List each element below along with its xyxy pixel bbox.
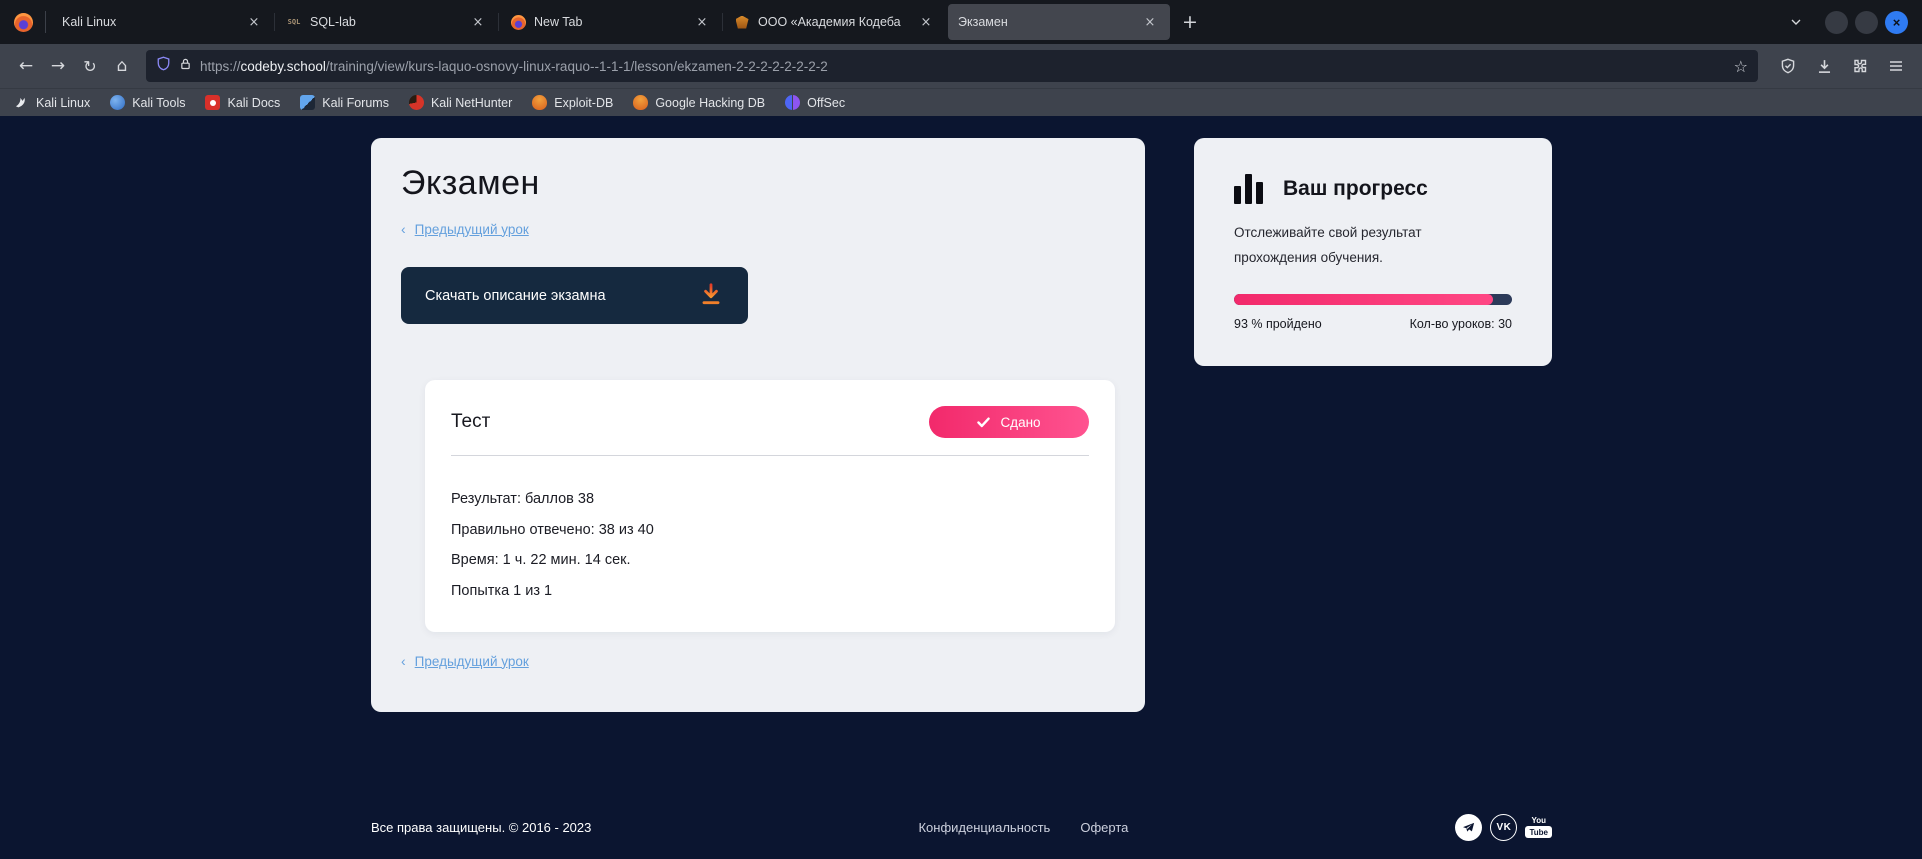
bookmark-google-hacking-db[interactable]: Google Hacking DB [633, 95, 765, 110]
bar-chart-icon [1234, 174, 1263, 204]
bookmark-star-icon[interactable]: ☆ [1734, 57, 1748, 76]
firefox-favicon [510, 14, 526, 30]
offer-link[interactable]: Оферта [1080, 820, 1128, 835]
bookmark-kali-linux[interactable]: Kali Linux [14, 95, 90, 110]
bookmark-kali-tools[interactable]: Kali Tools [110, 95, 185, 110]
status-badge-passed: Сдано [929, 406, 1089, 438]
offsec-icon [785, 95, 800, 110]
exam-card: Экзамен ‹ Предыдущий урок Скачать описан… [371, 138, 1145, 712]
previous-lesson-link-top[interactable]: ‹ Предыдущий урок [401, 221, 529, 237]
lessons-count-label: Кол-во уроков: 30 [1410, 317, 1512, 331]
tab-close-icon[interactable]: × [468, 12, 488, 32]
youtube-icon[interactable]: You Tube [1525, 814, 1552, 841]
download-exam-description-button[interactable]: Скачать описание экзамна [401, 267, 748, 324]
back-button[interactable]: ← [10, 50, 42, 82]
privacy-link[interactable]: Конфиденциальность [918, 820, 1050, 835]
progress-percent-label: 93 % пройдено [1234, 317, 1322, 331]
new-tab-button[interactable]: + [1175, 7, 1205, 37]
download-icon [698, 281, 724, 311]
firefox-view-button[interactable] [6, 5, 40, 39]
kali-tools-icon [110, 95, 125, 110]
result-score-line: Результат: баллов 38 [451, 492, 1089, 507]
progress-bar-fill [1234, 294, 1493, 305]
tab-close-icon[interactable]: × [692, 12, 712, 32]
window-controls: × [1825, 11, 1908, 34]
progress-bar-track [1234, 294, 1512, 305]
page-footer: Все права защищены. © 2016 - 2023 Конфид… [371, 814, 1552, 841]
kali-nethunter-icon [409, 95, 424, 110]
test-title: Тест [451, 411, 490, 433]
tab-new-tab[interactable]: New Tab × [500, 4, 722, 40]
kali-dragon-icon [14, 95, 29, 110]
kali-docs-icon [205, 95, 220, 110]
telegram-icon[interactable] [1455, 814, 1482, 841]
progress-description: Отслеживайте свой результат прохождения … [1234, 220, 1464, 270]
copyright-text: Все права защищены. © 2016 - 2023 [371, 820, 591, 835]
tab-ekzamen-active[interactable]: Экзамен × [948, 4, 1170, 40]
window-close-button[interactable]: × [1885, 11, 1908, 34]
tab-title: New Tab [534, 15, 684, 29]
tab-separator [45, 11, 46, 33]
lock-icon[interactable] [179, 57, 192, 76]
bookmark-exploit-db[interactable]: Exploit-DB [532, 95, 613, 110]
tab-sql-lab[interactable]: SQL SQL-lab × [276, 4, 498, 40]
tab-close-icon[interactable]: × [244, 12, 264, 32]
codeby-favicon [734, 14, 750, 30]
firefox-logo-icon [14, 13, 33, 32]
home-button[interactable]: ⌂ [106, 50, 138, 82]
check-icon [977, 417, 990, 428]
extensions-puzzle-icon[interactable] [1844, 50, 1876, 82]
tab-title: Экзамен [958, 15, 1132, 29]
navigation-toolbar: ← → ↻ ⌂ https://codeby.school/training/v… [0, 44, 1922, 88]
tab-title: ООО «Академия Кодеба [758, 15, 908, 29]
bookmarks-bar: Kali Linux Kali Tools Kali Docs Kali For… [0, 88, 1922, 116]
toolbar-right-icons [1772, 50, 1912, 82]
protections-shield-icon[interactable] [1772, 50, 1804, 82]
google-hacking-db-bug-icon [633, 95, 648, 110]
hamburger-menu-icon[interactable] [1880, 50, 1912, 82]
previous-lesson-link-bottom[interactable]: ‹ Предыдущий урок [401, 653, 529, 669]
progress-card: Ваш прогресс Отслеживайте свой результат… [1194, 138, 1552, 366]
sql-favicon: SQL [286, 14, 302, 30]
bookmark-kali-docs[interactable]: Kali Docs [205, 95, 280, 110]
tab-close-icon[interactable]: × [916, 12, 936, 32]
tab-title: SQL-lab [310, 15, 460, 29]
tab-close-icon[interactable]: × [1140, 12, 1160, 32]
url-bar[interactable]: https://codeby.school/training/view/kurs… [146, 50, 1758, 82]
url-text[interactable]: https://codeby.school/training/view/kurs… [200, 59, 1726, 74]
chevron-left-icon: ‹ [401, 221, 406, 237]
correct-answers-line: Правильно отвечено: 38 из 40 [451, 523, 1089, 538]
reload-button[interactable]: ↻ [74, 50, 106, 82]
bookmark-kali-nethunter[interactable]: Kali NetHunter [409, 95, 512, 110]
chevron-left-icon: ‹ [401, 653, 406, 669]
vk-icon[interactable]: VK [1490, 814, 1517, 841]
tab-title: Kali Linux [62, 15, 236, 29]
page-title: Экзамен [401, 164, 1115, 203]
test-result-card: Тест Сдано Результат: баллов 38 Правильн… [425, 380, 1115, 632]
bookmark-offsec[interactable]: OffSec [785, 95, 845, 110]
bookmark-kali-forums[interactable]: Kali Forums [300, 95, 389, 110]
page-content: Экзамен ‹ Предыдущий урок Скачать описан… [0, 116, 1922, 859]
attempt-line: Попытка 1 из 1 [451, 584, 1089, 599]
progress-title: Ваш прогресс [1283, 177, 1428, 201]
time-line: Время: 1 ч. 22 мин. 14 сек. [451, 553, 1089, 568]
maximize-button[interactable] [1855, 11, 1878, 34]
exploit-db-bug-icon [532, 95, 547, 110]
downloads-icon[interactable] [1808, 50, 1840, 82]
forward-button[interactable]: → [42, 50, 74, 82]
tab-bar: Kali Linux × SQL SQL-lab × New Tab × ООО… [0, 0, 1922, 44]
list-all-tabs-chevron-icon[interactable] [1781, 7, 1811, 37]
browser-window: Kali Linux × SQL SQL-lab × New Tab × ООО… [0, 0, 1922, 859]
tab-akademiya-codeby[interactable]: ООО «Академия Кодеба × [724, 4, 946, 40]
tracking-protection-shield-icon[interactable] [156, 56, 171, 76]
tab-kali-linux[interactable]: Kali Linux × [52, 4, 274, 40]
kali-forums-icon [300, 95, 315, 110]
minimize-button[interactable] [1825, 11, 1848, 34]
